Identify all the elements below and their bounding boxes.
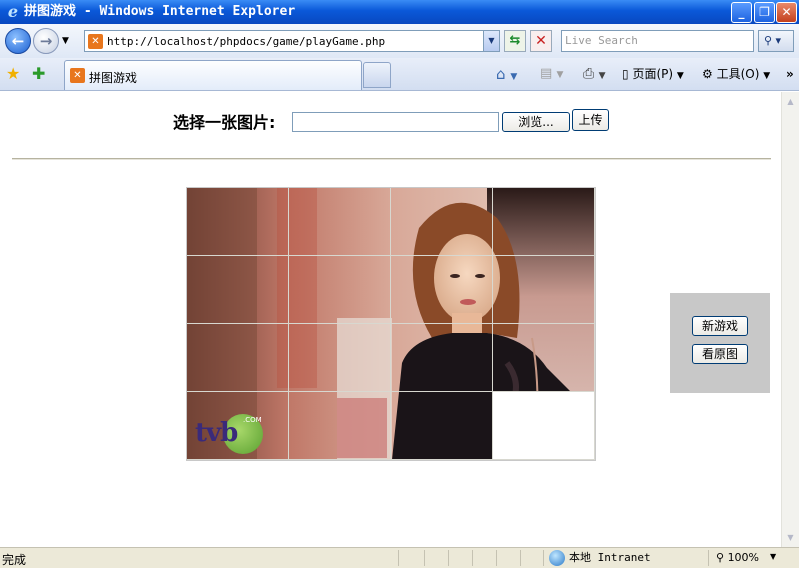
tab-current-page[interactable]: ✕ 拼图游戏: [64, 60, 362, 90]
status-divider: [448, 550, 449, 566]
view-original-button[interactable]: 看原图: [692, 344, 748, 364]
scroll-down-icon[interactable]: ▼: [783, 530, 798, 545]
security-zone-text: 本地 Intranet: [569, 551, 651, 564]
upload-label: 选择一张图片:: [173, 113, 276, 132]
zoom-dropdown[interactable]: ▼: [770, 552, 776, 561]
logo-com-text: .COM: [243, 416, 262, 424]
puzzle-tile[interactable]: [391, 324, 493, 392]
puzzle-empty-slot: [493, 392, 595, 460]
arrow-left-icon: ←: [11, 32, 25, 50]
puzzle-tile[interactable]: [187, 188, 289, 256]
rss-feed-icon: ▤: [540, 66, 553, 81]
browse-button[interactable]: 浏览...: [502, 112, 570, 132]
stop-icon: ✕: [535, 33, 547, 49]
print-button[interactable]: ⎙ ▼: [583, 64, 606, 84]
address-url[interactable]: http://localhost/phpdocs/game/playGame.p…: [107, 35, 385, 48]
puzzle-tile[interactable]: [493, 324, 595, 392]
status-divider: [424, 550, 425, 566]
address-toolbar: ← → ▼ ✕ http://localhost/phpdocs/game/pl…: [0, 24, 799, 58]
status-divider: [496, 550, 497, 566]
status-divider: [398, 550, 399, 566]
puzzle-tile[interactable]: [289, 256, 391, 324]
page-menu-button[interactable]: ▯ 页面(P) ▼: [622, 64, 684, 84]
tvb-logo: tvb .COM: [193, 410, 263, 456]
xampp-favicon-icon: ✕: [70, 68, 85, 83]
minimize-button[interactable]: _: [731, 2, 752, 23]
window-title-bar: e 拼图游戏 - Windows Internet Explorer _ ❐ ✕: [0, 0, 799, 24]
back-button[interactable]: ←: [5, 28, 31, 54]
gear-icon: ⚙: [702, 67, 713, 81]
logo-text: tvb: [195, 418, 238, 448]
zoom-level[interactable]: ⚲ 100%: [716, 551, 759, 564]
refresh-icon: ⇆: [509, 33, 521, 48]
address-dropdown-button[interactable]: ▼: [483, 31, 499, 51]
close-button[interactable]: ✕: [776, 2, 797, 23]
puzzle-tile[interactable]: [391, 256, 493, 324]
favorites-star-icon[interactable]: ★: [6, 64, 20, 83]
home-button[interactable]: ⌂ ▼: [496, 64, 517, 84]
stop-button[interactable]: ✕: [530, 30, 552, 52]
page-icon: ▯: [622, 67, 629, 81]
window-title: 拼图游戏 - Windows Internet Explorer: [24, 4, 296, 19]
puzzle-tile[interactable]: [289, 188, 391, 256]
refresh-button[interactable]: ⇆: [504, 30, 526, 52]
internet-explorer-icon: e: [7, 2, 19, 21]
arrow-right-icon: →: [39, 32, 53, 50]
intranet-globe-icon: [549, 550, 565, 566]
recent-pages-dropdown[interactable]: ▼: [62, 36, 69, 46]
page-viewport: 选择一张图片: 浏览... 上传 tvb .COM 新游戏 看原图: [0, 92, 781, 547]
new-game-button[interactable]: 新游戏: [692, 316, 748, 336]
zoom-magnifier-icon: ⚲: [716, 551, 725, 564]
home-icon: ⌂: [496, 65, 506, 83]
tab-label: 拼图游戏: [89, 71, 138, 85]
printer-icon: ⎙: [583, 66, 595, 82]
search-icon: ⚲ ▾: [764, 34, 782, 47]
maximize-button[interactable]: ❐: [754, 2, 775, 23]
puzzle-tile[interactable]: [493, 256, 595, 324]
file-path-input[interactable]: [292, 112, 499, 132]
puzzle-tile[interactable]: [493, 188, 595, 256]
search-button[interactable]: ⚲ ▾: [758, 30, 794, 52]
status-divider: [520, 550, 521, 566]
puzzle-tile[interactable]: [391, 392, 493, 460]
address-bar[interactable]: ✕ http://localhost/phpdocs/game/playGame…: [84, 30, 500, 52]
puzzle-tile[interactable]: [289, 324, 391, 392]
puzzle-board: tvb .COM: [186, 187, 596, 461]
scroll-up-icon[interactable]: ▲: [783, 94, 798, 109]
status-divider: [708, 550, 709, 566]
xampp-favicon-icon: ✕: [88, 34, 103, 49]
forward-button[interactable]: →: [33, 28, 59, 54]
upload-button[interactable]: 上传: [572, 109, 609, 131]
tools-menu-button[interactable]: ⚙ 工具(O) ▼: [702, 64, 770, 84]
status-divider: [543, 550, 544, 566]
status-divider: [472, 550, 473, 566]
puzzle-tile[interactable]: [289, 392, 391, 460]
game-controls-panel: 新游戏 看原图: [670, 293, 770, 393]
puzzle-tile[interactable]: [187, 256, 289, 324]
puzzle-tile[interactable]: [391, 188, 493, 256]
status-bar: 完成 本地 Intranet ⚲ 100% ▼: [0, 547, 799, 568]
status-text: 完成: [2, 553, 27, 567]
vertical-scrollbar[interactable]: ▲ ▼: [781, 92, 799, 547]
new-tab-button[interactable]: [363, 62, 391, 88]
feeds-button[interactable]: ▤ ▼: [540, 64, 563, 84]
tab-toolbar: ★ ✚ ✕ 拼图游戏 ⌂ ▼ ▤ ▼ ⎙ ▼ ▯ 页面(P) ▼ ⚙ 工具(O)…: [0, 58, 799, 91]
more-commands-chevron-icon[interactable]: »: [786, 64, 794, 84]
horizontal-rule: [12, 158, 771, 160]
puzzle-tile[interactable]: [187, 324, 289, 392]
search-input[interactable]: Live Search: [561, 30, 754, 52]
add-favorites-icon[interactable]: ✚: [32, 64, 45, 83]
